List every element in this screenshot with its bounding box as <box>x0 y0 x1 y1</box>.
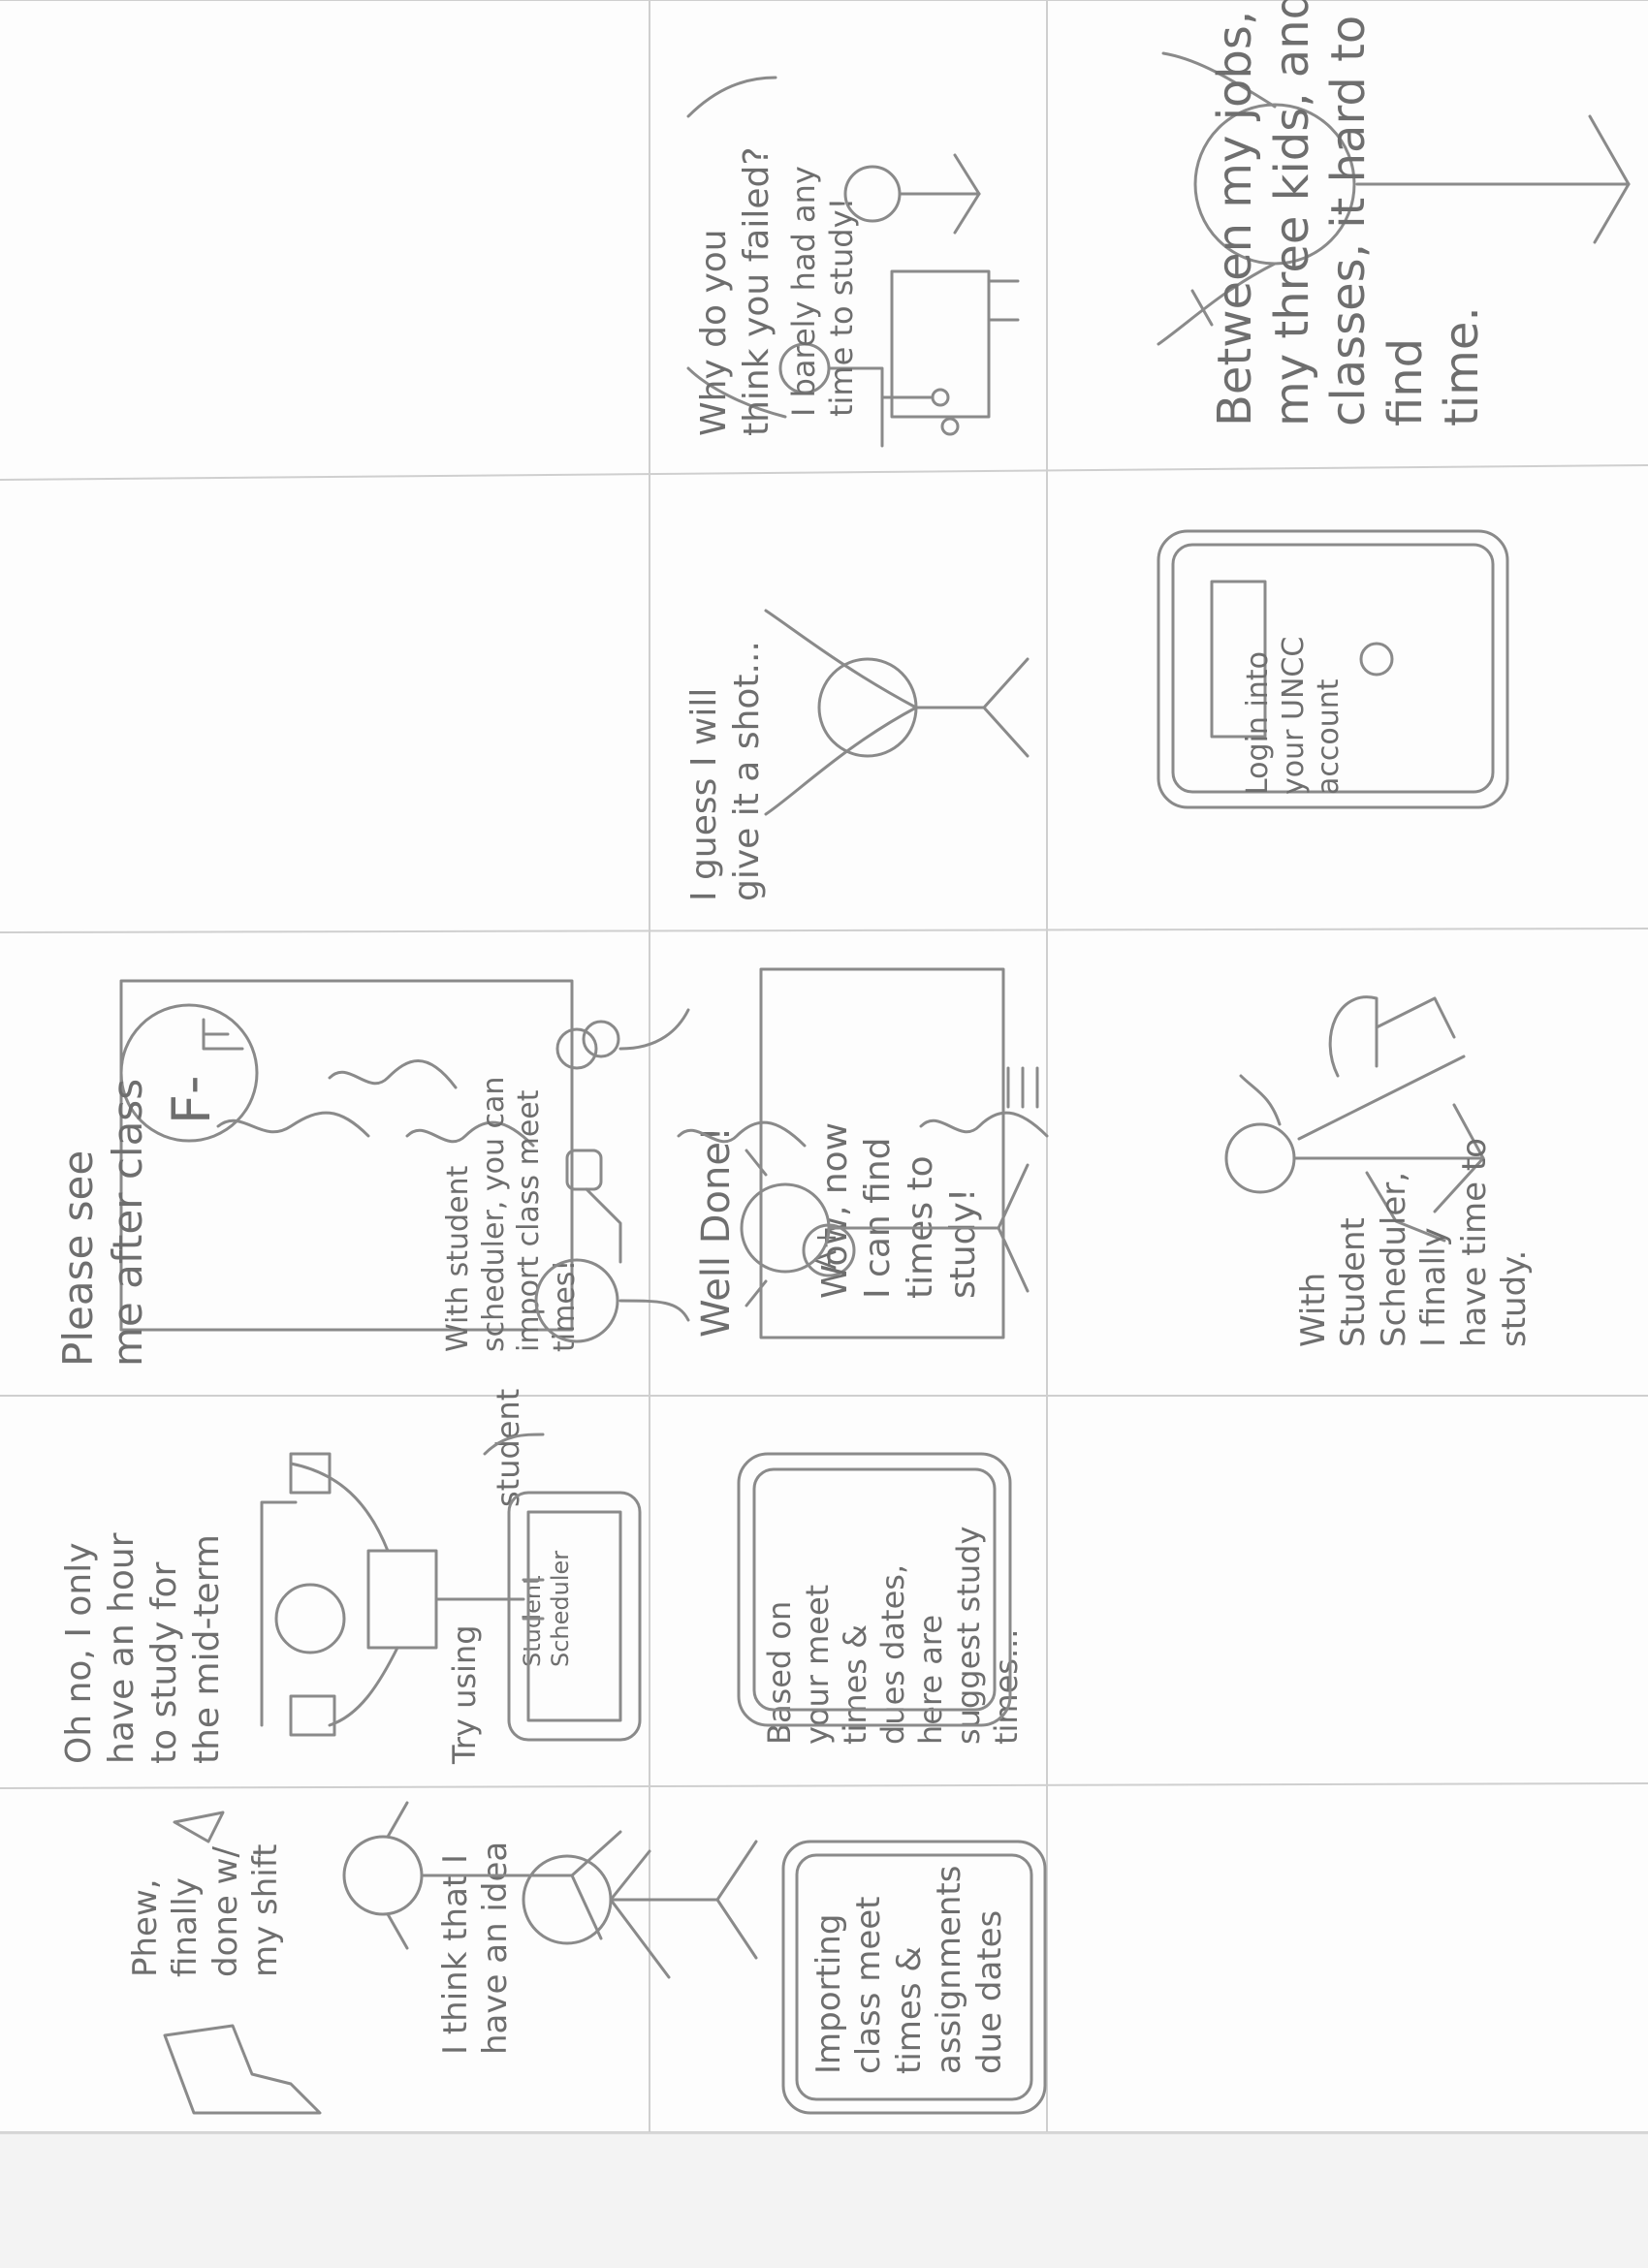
panel-6-screen-text: Login into your UNCC account <box>1241 636 1347 795</box>
scanner-margin <box>0 2132 1648 2268</box>
panel-2-caption-teacher: Why do you think you failed? <box>694 146 776 436</box>
panel-2-teacher: Why do you think you failed? I barely ha… <box>650 0 1047 475</box>
panel-4-midterm <box>0 475 650 930</box>
panel-6-login: Login into your UNCC account <box>1047 475 1648 930</box>
panel-7-caption: I guess I will give it a shot... <box>684 641 767 901</box>
panel-1-caption: Between my jobs, my three kids, and clas… <box>1208 0 1490 426</box>
panel-2-caption-student: I barely had any time to study! <box>785 166 861 417</box>
row-3-figures <box>534 1008 1039 1343</box>
row-4-figures <box>260 1433 1012 1742</box>
row-5-figures <box>163 1801 1047 2115</box>
graded-exam-paper <box>0 0 650 475</box>
panel-3-failed-exam <box>0 0 650 475</box>
panel-7-try-it: I guess I will give it a shot... <box>650 475 1047 930</box>
panel-1-intro: Between my jobs, my three kids, and clas… <box>1047 0 1648 475</box>
tablet-login-screen <box>1157 529 1509 809</box>
